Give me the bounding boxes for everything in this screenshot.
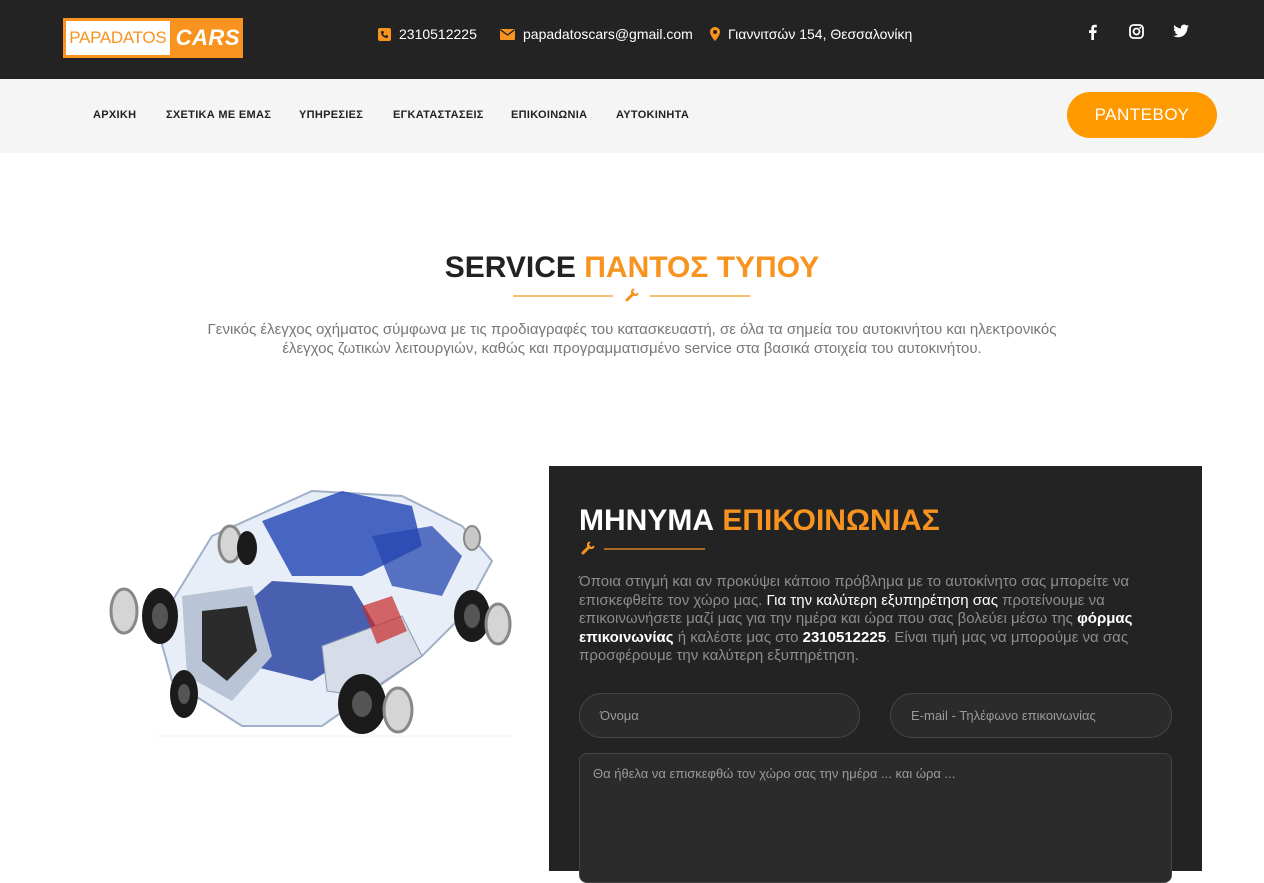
map-pin-icon — [710, 27, 720, 41]
envelope-icon — [500, 28, 515, 40]
contact-divider — [581, 541, 705, 555]
phone-contact[interactable]: 2310512225 — [378, 26, 477, 42]
wrench-icon — [625, 288, 639, 302]
contact-text-3: ή καλέστε μας στο — [677, 628, 799, 646]
nav-item-about[interactable]: ΣΧΕΤΙΚΑ ΜΕ ΕΜΑΣ — [166, 109, 271, 121]
service-title-accent: ΠΑΝΤΟΣ ΤΥΠΟΥ — [584, 251, 820, 284]
contact-description: Όποια στιγμή και αν προκύψει κάποιο πρόβ… — [579, 573, 1139, 666]
logo[interactable]: PAPADATOS CARS — [63, 18, 243, 58]
name-input[interactable]: Όνομα — [579, 693, 860, 738]
address-text: Γιαννιτσών 154, Θεσσαλονίκη — [728, 26, 913, 42]
service-description: Γενικός έλεγχος οχήματος σύμφωνα με τις … — [207, 321, 1057, 357]
twitter-icon[interactable] — [1173, 24, 1189, 43]
appointment-button[interactable]: ΡΑΝΤΕΒΟΥ — [1067, 92, 1217, 138]
service-title-main: SERVICE — [444, 251, 576, 284]
nav-item-services[interactable]: ΥΠΗΡΕΣΙΕΣ — [299, 109, 363, 121]
phone-number: 2310512225 — [399, 26, 477, 42]
instagram-icon[interactable] — [1129, 24, 1144, 44]
contact-panel: ΜΗΝΥΜΑ ΕΠΙΚΟΙΝΩΝΙΑΣ Όποια στιγμή και αν … — [549, 466, 1202, 883]
email-address: papadatoscars@gmail.com — [523, 26, 693, 42]
message-placeholder: Θα ήθελα να επισκεφθώ τον χώρο σας την η… — [593, 766, 956, 781]
nav-bar: ΑΡΧΙΚΗ ΣΧΕΤΙΚΑ ΜΕ ΕΜΑΣ ΥΠΗΡΕΣΙΕΣ ΕΓΚΑΤΑΣ… — [0, 79, 1264, 153]
email-contact[interactable]: papadatoscars@gmail.com — [500, 26, 693, 42]
contact-phone-mention: 2310512225 — [802, 628, 887, 646]
contact-title: ΜΗΝΥΜΑ ΕΠΙΚΟΙΝΩΝΙΑΣ — [579, 504, 940, 538]
top-bar: PAPADATOS CARS 2310512225 papadatoscars@… — [0, 0, 1264, 79]
service-title: SERVICE ΠΑΝΤΟΣ ΤΥΠΟΥ — [0, 251, 1264, 285]
contact-title-accent: ΕΠΙΚΟΙΝΩΝΙΑΣ — [722, 504, 940, 537]
contact-text-highlight: Για την καλύτερη εξυπηρέτηση σας — [766, 591, 998, 609]
contact-title-main: ΜΗΝΥΜΑ — [579, 504, 714, 537]
exploded-car-image — [62, 466, 519, 871]
email-phone-placeholder: E-mail - Τηλέφωνο επικοινωνίας — [911, 708, 1096, 723]
facebook-icon[interactable] — [1088, 24, 1097, 45]
nav-item-cars[interactable]: ΑΥΤΟΚΙΝΗΤΑ — [616, 109, 689, 121]
phone-icon — [378, 27, 391, 41]
nav-item-home[interactable]: ΑΡΧΙΚΗ — [93, 109, 136, 121]
message-textarea[interactable]: Θα ήθελα να επισκεφθώ τον χώρο σας την η… — [579, 753, 1172, 883]
wrench-icon — [581, 541, 595, 555]
logo-text-right: CARS — [175, 25, 240, 50]
nav-item-contact[interactable]: ΕΠΙΚΟΙΝΩΝΙΑ — [511, 109, 587, 121]
email-phone-input[interactable]: E-mail - Τηλέφωνο επικοινωνίας — [890, 693, 1172, 738]
nav-item-facilities[interactable]: ΕΓΚΑΤΑΣΤΑΣΕΙΣ — [393, 109, 484, 121]
logo-text-left: PAPADATOS — [66, 21, 170, 55]
title-divider — [513, 288, 750, 302]
name-placeholder: Όνομα — [600, 708, 639, 723]
address-contact: Γιαννιτσών 154, Θεσσαλονίκη — [710, 26, 912, 42]
